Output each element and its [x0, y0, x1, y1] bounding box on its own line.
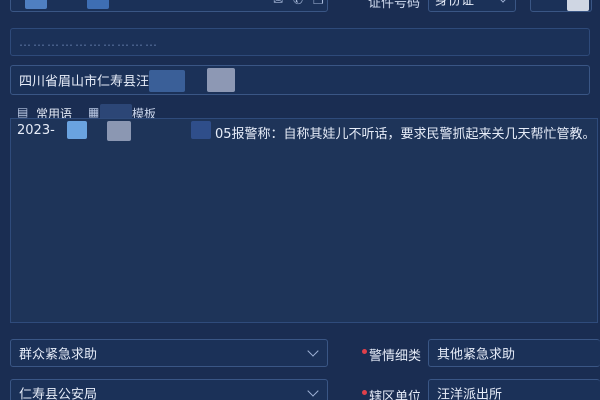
- redacted-block: [191, 121, 211, 139]
- category-select[interactable]: 群众紧急求助: [10, 339, 328, 367]
- district-value: 汪洋派出所: [437, 387, 503, 400]
- copy-icon[interactable]: ❐: [313, 0, 324, 7]
- redacted-block: [67, 121, 87, 139]
- subcategory-label: 警情细类: [369, 349, 422, 364]
- id-type-select[interactable]: 身份证: [428, 0, 516, 12]
- id-type-value: 身份证: [435, 0, 475, 9]
- description-textarea[interactable]: 2023- 05报警称：自称其娃儿不听话，要求民警抓起来关几天帮忙管教。: [10, 118, 598, 323]
- phone-icon[interactable]: ✆: [293, 0, 303, 7]
- category-value: 群众紧急求助: [19, 347, 98, 363]
- address-hint-text: …………………………: [19, 35, 159, 49]
- template-icon[interactable]: ▦: [88, 105, 99, 119]
- description-prefix: 2023-: [17, 123, 55, 138]
- incident-form: ✉ ✆ ❐ 证件号码 身份证 ………………………… 四川省眉山市仁寿县汪 ▤ 常…: [0, 0, 600, 400]
- redacted-block: [567, 0, 589, 11]
- redacted-block: [87, 0, 109, 9]
- id-type-label: 证件号码: [368, 0, 421, 11]
- redacted-block: [149, 70, 185, 92]
- address-text: 四川省眉山市仁寿县汪: [19, 74, 150, 90]
- chevron-down-icon: [307, 385, 319, 397]
- subcategory-select[interactable]: 其他紧急求助: [428, 339, 600, 367]
- department-select[interactable]: 仁寿县公安局: [10, 379, 328, 400]
- chevron-down-icon: [307, 345, 319, 357]
- required-marker: [362, 390, 367, 395]
- district-label: 辖区单位: [369, 390, 422, 400]
- chat-icon[interactable]: ▤: [17, 105, 28, 119]
- department-value: 仁寿县公安局: [19, 387, 98, 400]
- redacted-block: [207, 68, 235, 92]
- chevron-down-icon: [497, 0, 509, 3]
- redacted-block: [107, 121, 131, 141]
- top-input-right[interactable]: [530, 0, 592, 12]
- required-marker: [362, 349, 367, 354]
- address-field[interactable]: 四川省眉山市仁寿县汪: [10, 65, 590, 95]
- top-input-left[interactable]: ✉ ✆ ❐: [10, 0, 328, 12]
- address-hint-field[interactable]: …………………………: [10, 28, 590, 56]
- subcategory-value: 其他紧急求助: [437, 347, 516, 363]
- message-icon[interactable]: ✉: [273, 0, 283, 7]
- district-select[interactable]: 汪洋派出所: [428, 379, 600, 400]
- description-text: 05报警称：自称其娃儿不听话，要求民警抓起来关几天帮忙管教。: [215, 127, 596, 142]
- redacted-block: [25, 0, 47, 9]
